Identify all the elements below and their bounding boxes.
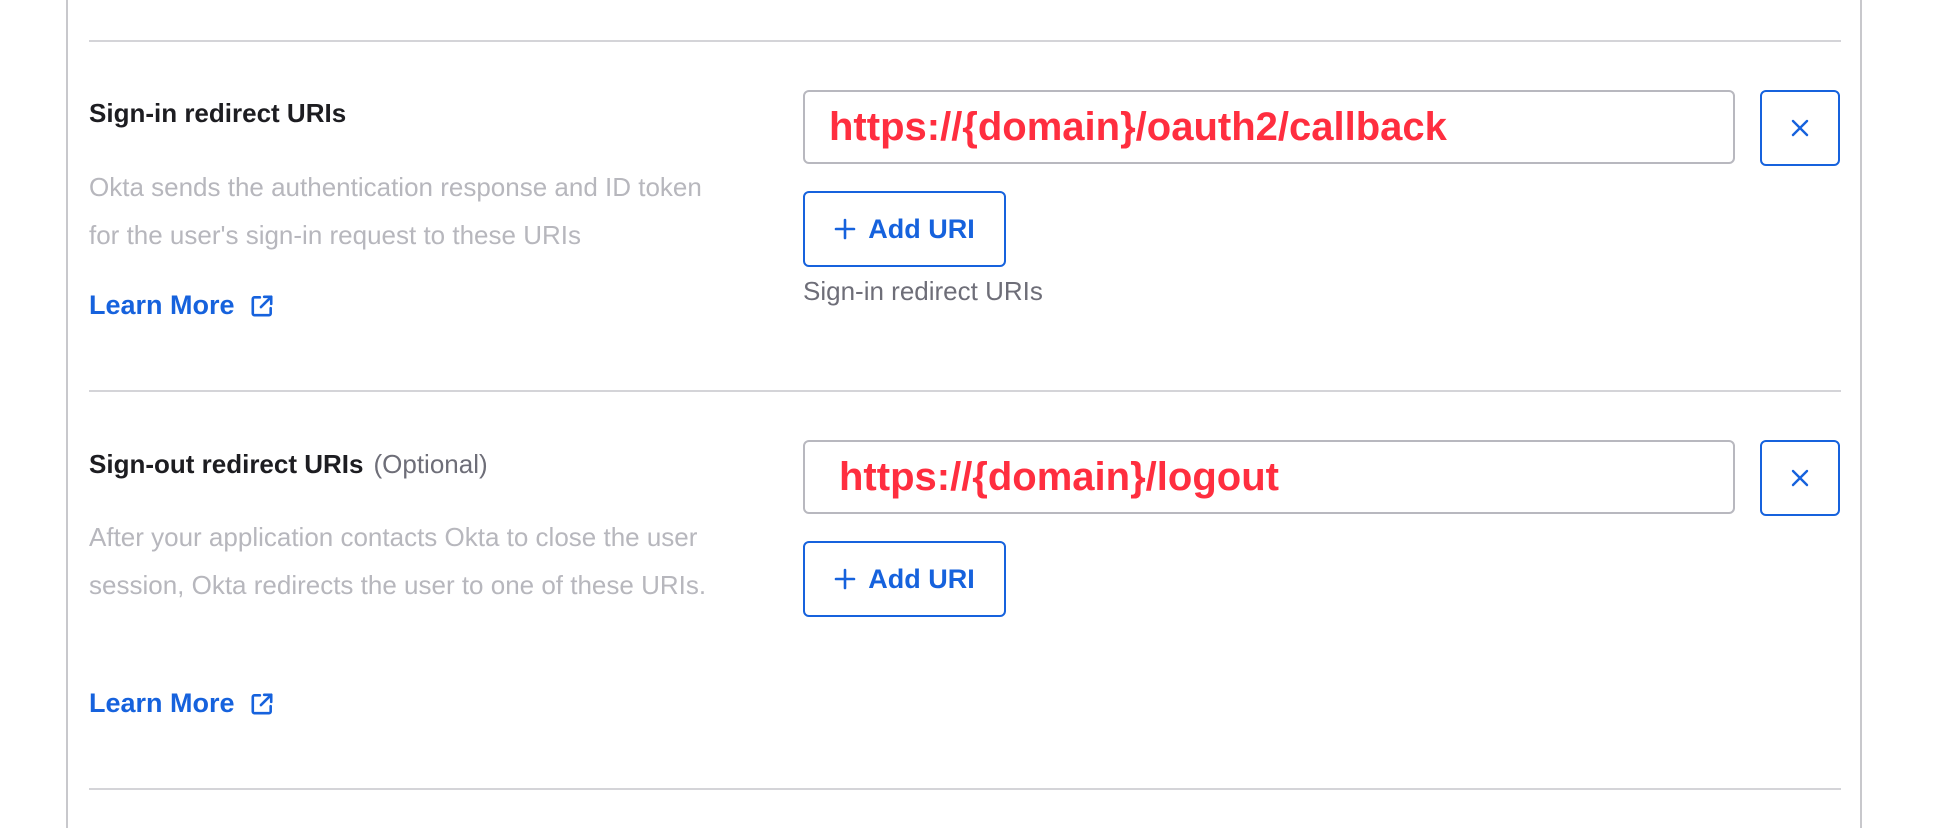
add-sign-out-uri-button[interactable]: Add URI <box>803 541 1006 617</box>
sign-in-description: Okta sends the authentication response a… <box>89 172 702 250</box>
sign-out-uri-input[interactable]: https://{domain}/logout <box>803 440 1735 514</box>
plus-icon <box>834 568 856 590</box>
sign-out-title-text: Sign-out redirect URIs <box>89 449 364 479</box>
optional-tag: (Optional) <box>373 449 488 479</box>
sign-out-section-title: Sign-out redirect URIs (Optional) <box>89 449 488 480</box>
sign-in-section-title: Sign-in redirect URIs <box>89 98 346 129</box>
sign-in-title-text: Sign-in redirect URIs <box>89 98 347 128</box>
top-divider <box>89 40 1841 42</box>
plus-icon <box>834 218 856 240</box>
add-uri-label: Add URI <box>868 563 975 594</box>
middle-divider <box>89 390 1841 392</box>
add-uri-label: Add URI <box>868 213 975 244</box>
close-icon <box>1790 468 1810 488</box>
external-link-icon <box>249 691 275 717</box>
sign-out-learn-more-link[interactable]: Learn More <box>89 688 275 719</box>
close-icon <box>1790 118 1810 138</box>
learn-more-label: Learn More <box>89 688 235 718</box>
sign-in-uri-input[interactable]: https://{domain}/oauth2/callback <box>803 90 1735 164</box>
sign-in-uri-hint: Sign-in redirect URIs <box>803 276 1043 306</box>
external-link-icon <box>249 293 275 319</box>
sign-out-description: After your application contacts Okta to … <box>89 522 707 600</box>
remove-sign-in-uri-button[interactable] <box>1760 90 1840 166</box>
remove-sign-out-uri-button[interactable] <box>1760 440 1840 516</box>
bottom-divider <box>89 788 1841 790</box>
add-sign-in-uri-button[interactable]: Add URI <box>803 191 1006 267</box>
sign-in-learn-more-link[interactable]: Learn More <box>89 290 275 321</box>
learn-more-label: Learn More <box>89 290 235 320</box>
